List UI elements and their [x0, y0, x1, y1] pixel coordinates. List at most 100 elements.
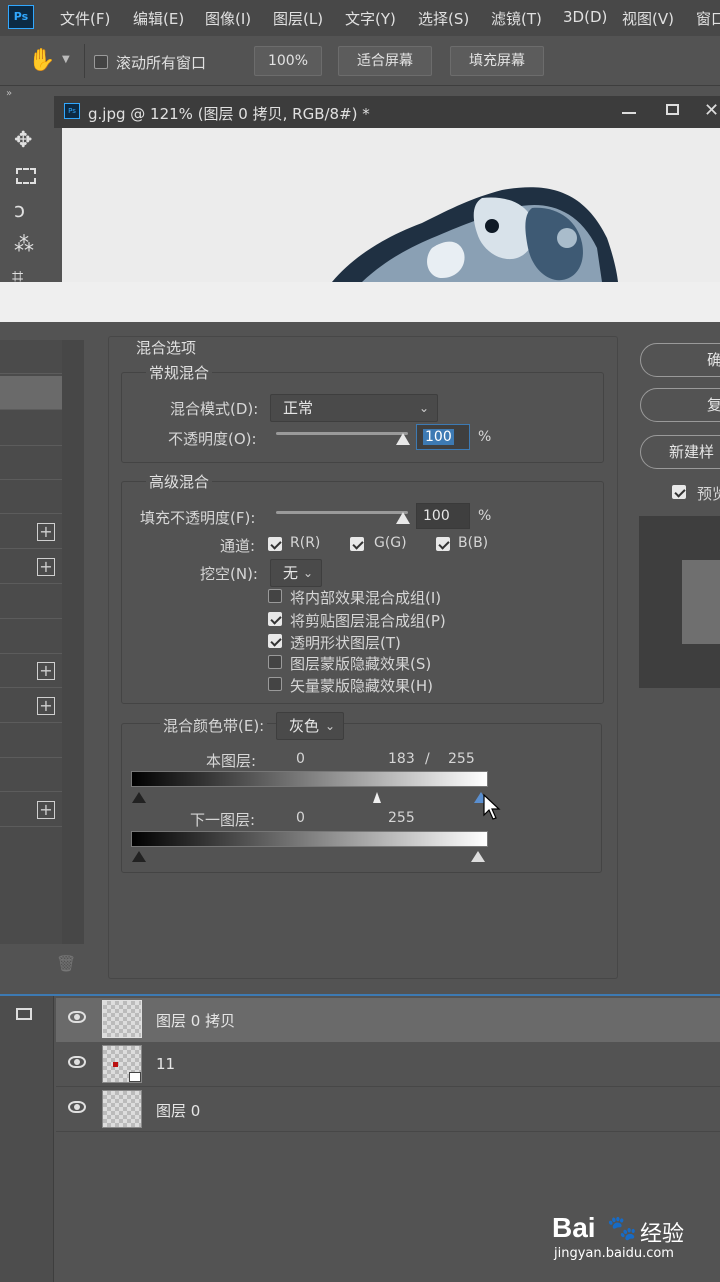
- layer-mask-hides-checkbox[interactable]: [268, 655, 282, 669]
- blend-interior-checkbox[interactable]: [268, 589, 282, 603]
- knockout-select[interactable]: 无 ⌄: [270, 559, 322, 587]
- fill-screen-button[interactable]: 填充屏幕: [450, 46, 544, 76]
- minimize-icon[interactable]: [622, 112, 636, 114]
- transparency-shapes-checkbox[interactable]: [268, 634, 282, 648]
- underlying-layer-gradient: [131, 831, 488, 847]
- menu-3d[interactable]: 3D(D): [563, 8, 607, 26]
- layer-row[interactable]: 11: [56, 1043, 720, 1087]
- reset-button[interactable]: 复位: [640, 388, 720, 422]
- opacity-input[interactable]: 100: [416, 424, 470, 450]
- list-item[interactable]: [0, 412, 62, 446]
- layer-mask-hides-label: 图层蒙版隐藏效果(S): [290, 655, 432, 673]
- underlying-black-slider[interactable]: [132, 851, 146, 862]
- this-layer-black-slider[interactable]: [132, 792, 146, 803]
- this-layer-high: 255: [448, 751, 475, 767]
- list-item[interactable]: [0, 758, 62, 792]
- menu-image[interactable]: 图像(I): [205, 8, 251, 29]
- channel-g-checkbox[interactable]: [350, 537, 364, 551]
- underlying-white-slider[interactable]: [471, 851, 485, 862]
- visibility-eye-icon[interactable]: [68, 1101, 86, 1113]
- blend-if-label: 混合颜色带(E):: [160, 715, 268, 736]
- layer-row[interactable]: 图层 0: [56, 1088, 720, 1132]
- scroll-all-checkbox[interactable]: [94, 55, 108, 69]
- watermark-brand2: 经验: [640, 1222, 685, 1247]
- channel-b-checkbox[interactable]: [436, 537, 450, 551]
- ok-button[interactable]: 确定: [640, 343, 720, 377]
- preview-checkbox[interactable]: [672, 485, 686, 499]
- styles-list-scrollbar[interactable]: [62, 340, 84, 944]
- document-title: g.jpg @ 121% (图层 0 拷贝, RGB/8#) *: [88, 105, 370, 123]
- document-canvas[interactable]: [62, 128, 720, 282]
- blend-if-select[interactable]: 灰色 ⌄: [276, 712, 344, 740]
- menu-select[interactable]: 选择(S): [418, 8, 469, 29]
- chevron-down-icon[interactable]: ▼: [62, 54, 70, 65]
- blend-if-group: [121, 723, 602, 873]
- menu-file[interactable]: 文件(F): [60, 8, 110, 29]
- visibility-eye-icon[interactable]: [68, 1056, 86, 1068]
- blend-clipped-checkbox[interactable]: [268, 612, 282, 626]
- fill-opacity-slider[interactable]: [276, 511, 408, 514]
- divider: [84, 44, 85, 78]
- layer-row-selected[interactable]: 图层 0 拷贝: [56, 998, 720, 1042]
- menu-edit[interactable]: 编辑(E): [133, 8, 184, 29]
- close-icon[interactable]: ✕: [704, 100, 719, 121]
- menu-window[interactable]: 窗口: [696, 8, 720, 29]
- blend-mode-select[interactable]: 正常 ⌄: [270, 394, 438, 422]
- channel-r-checkbox[interactable]: [268, 537, 282, 551]
- menu-type[interactable]: 文字(Y): [345, 8, 396, 29]
- scroll-all-label: 滚动所有窗口: [116, 54, 207, 72]
- menu-view[interactable]: 视图(V): [622, 8, 674, 29]
- lasso-tool-icon[interactable]: ↄ: [14, 198, 25, 222]
- list-item[interactable]: [0, 620, 62, 654]
- add-style-icon[interactable]: +: [37, 801, 55, 819]
- menu-filter[interactable]: 滤镜(T): [491, 8, 542, 29]
- vector-mask-hides-checkbox[interactable]: [268, 677, 282, 691]
- chevron-down-icon: ⌄: [302, 566, 313, 580]
- options-bar: ✋ ▼ 滚动所有窗口 100% 适合屏幕 填充屏幕: [0, 36, 720, 86]
- underlying-layer-label: 下一图层:: [190, 811, 256, 829]
- this-layer-mid: 183: [388, 751, 415, 767]
- menu-layer[interactable]: 图层(L): [273, 8, 323, 29]
- list-item[interactable]: [0, 724, 62, 758]
- add-style-icon[interactable]: +: [37, 697, 55, 715]
- magic-wand-icon[interactable]: ⁂: [14, 232, 34, 256]
- fill-opacity-input[interactable]: 100: [416, 503, 470, 529]
- hand-tool-icon[interactable]: ✋: [28, 48, 55, 73]
- list-item[interactable]: [0, 585, 62, 619]
- list-item[interactable]: [0, 480, 62, 514]
- layer-thumbnail: [102, 1045, 142, 1083]
- paw-icon: 🐾: [607, 1214, 637, 1242]
- this-layer-white-split-left[interactable]: [373, 792, 381, 803]
- move-tool-icon[interactable]: ✥: [14, 128, 32, 153]
- list-item[interactable]: [0, 446, 62, 480]
- opacity-slider-thumb[interactable]: [396, 433, 410, 445]
- new-style-button[interactable]: 新建样式...: [640, 435, 720, 469]
- list-item-selected[interactable]: [0, 376, 62, 410]
- trash-icon[interactable]: 🗑: [56, 954, 76, 973]
- layer-panel-icon[interactable]: [16, 1008, 32, 1020]
- opacity-slider[interactable]: [276, 432, 408, 435]
- fit-screen-button[interactable]: 适合屏幕: [338, 46, 432, 76]
- zoom-100-button[interactable]: 100%: [254, 46, 322, 76]
- blend-if-value: 灰色: [289, 717, 320, 735]
- layers-side-strip: [0, 996, 54, 1282]
- visibility-eye-icon[interactable]: [68, 1011, 86, 1023]
- document-tab[interactable]: Ps g.jpg @ 121% (图层 0 拷贝, RGB/8#) * ✕: [54, 96, 720, 128]
- chevron-down-icon: ⌄: [418, 401, 429, 415]
- vector-mask-hides-label: 矢量蒙版隐藏效果(H): [290, 677, 433, 695]
- smart-object-icon: [129, 1072, 141, 1082]
- reset-label: 复位: [669, 396, 720, 414]
- watermark-url: jingyan.baidu.com: [554, 1246, 674, 1261]
- this-layer-label: 本图层:: [206, 752, 257, 770]
- knockout-value: 无: [283, 564, 299, 582]
- layer-name: 图层 0 拷贝: [156, 1012, 236, 1030]
- add-style-icon[interactable]: +: [37, 523, 55, 541]
- add-style-icon[interactable]: +: [37, 558, 55, 576]
- fill-opacity-slider-thumb[interactable]: [396, 512, 410, 524]
- maximize-icon[interactable]: [666, 104, 679, 115]
- marquee-tool-icon[interactable]: [16, 168, 36, 184]
- add-style-icon[interactable]: +: [37, 662, 55, 680]
- layer-name: 11: [156, 1055, 176, 1073]
- list-item[interactable]: [0, 340, 62, 374]
- collapse-icon[interactable]: »: [6, 88, 12, 99]
